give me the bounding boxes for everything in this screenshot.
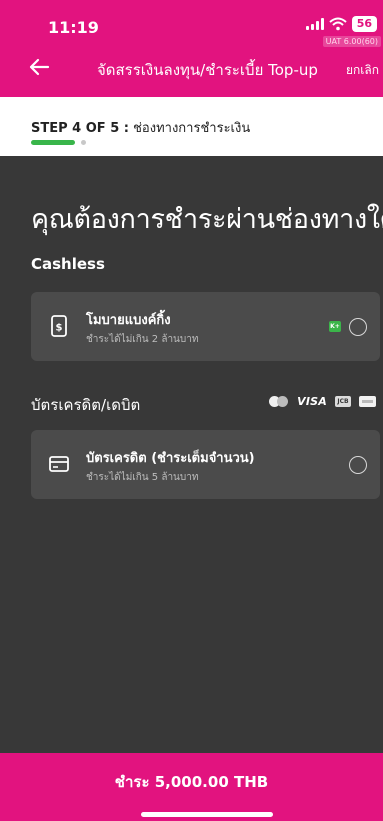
credit-card-icon [49,456,69,472]
unionpay-logo [359,396,376,407]
option-mobile-banking[interactable]: $ โมบายแบงค์กิ้ง ชำระได้ไม่เกิน 2 ล้านบา… [31,292,380,361]
question-heading: คุณต้องการชำระผ่านช่องทางใด [31,204,383,235]
option-name: บัตรเครดิต (ชำระเต็มจำนวน) [86,451,255,466]
pay-bar: ชำระ 5,000.00 THB [0,753,383,821]
payment-method-panel: คุณต้องการชำระผ่านช่องทางใด Cashless $ โ… [0,156,383,753]
progress-bar [31,140,75,145]
option-limit: ชำระได้ไม่เกิน 5 ล้านบาท [86,472,199,483]
status-time: 11:19 [48,18,99,37]
svg-text:$: $ [56,323,63,334]
cancel-button[interactable]: ยกเลิก [346,61,379,80]
battery-icon: 56 [351,16,377,32]
mastercard-logo [269,396,289,407]
pay-button[interactable]: ชำระ 5,000.00 THB [0,753,383,811]
kplus-logo: K+ [329,321,341,332]
section-title-cashless: Cashless [31,255,105,273]
arrow-left-icon[interactable] [28,57,50,77]
radio-credit-card[interactable] [349,456,367,474]
phone-dollar-icon: $ [51,315,67,337]
wifi-icon [329,17,347,31]
option-credit-card[interactable]: บัตรเครดิต (ชำระเต็มจำนวน) ชำระได้ไม่เกิ… [31,430,380,499]
step-indicator: STEP 4 OF 5 : ช่องทางการชำระเงิน [0,97,383,156]
option-limit: ชำระได้ไม่เกิน 2 ล้านบาท [86,334,199,345]
option-name: โมบายแบงค์กิ้ง [86,313,171,328]
visa-logo: VISA [297,395,327,408]
page-title: จัดสรรเงินลงทุน/ชำระเบี้ย Top-up [97,61,318,79]
step-description: ช่องทางการชำระเงิน [133,121,251,136]
step-progress [31,140,86,145]
step-label: STEP 4 OF 5 : ช่องทางการชำระเงิน [31,117,250,138]
card-brand-logos: VISA JCB [269,395,376,408]
home-indicator [141,812,273,817]
section-title-card: บัตรเครดิต/เดบิต [31,396,141,414]
radio-mobile-banking[interactable] [349,318,367,336]
status-indicators: 56 [305,16,377,32]
env-badge: UAT 6.00(60) [322,36,381,47]
app-header: 11:19 56 UAT 6.00(60) จัดสรรเงินลงทุน/ชำ… [0,0,383,97]
progress-dot [81,140,86,145]
jcb-logo: JCB [335,396,351,407]
signal-icon [305,18,324,30]
step-number: STEP 4 OF 5 : [31,121,129,136]
